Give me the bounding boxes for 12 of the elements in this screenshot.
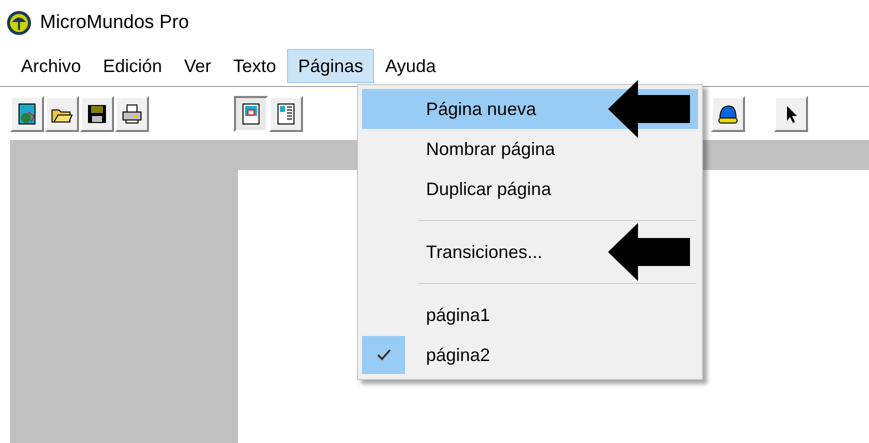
menu-item[interactable]: Nombrar página	[426, 136, 556, 162]
menu-bar-item[interactable]: Edición	[92, 49, 174, 83]
menu-item[interactable]: Duplicar página	[426, 176, 552, 202]
menu-bar-item[interactable]: Texto	[222, 49, 288, 83]
menu-bar-item[interactable]: Páginas	[287, 49, 374, 83]
menu-bar-item[interactable]: Ver	[173, 49, 222, 83]
menu-bar-item[interactable]: Ayuda	[374, 49, 447, 83]
menu-item[interactable]: Transiciones...	[426, 238, 542, 266]
menu-item[interactable]: página1	[426, 302, 490, 328]
menu-bar-item[interactable]: Archivo	[10, 49, 92, 83]
window-title: MicroMundos Pro	[40, 10, 189, 35]
menu-item[interactable]: página2	[426, 342, 490, 368]
